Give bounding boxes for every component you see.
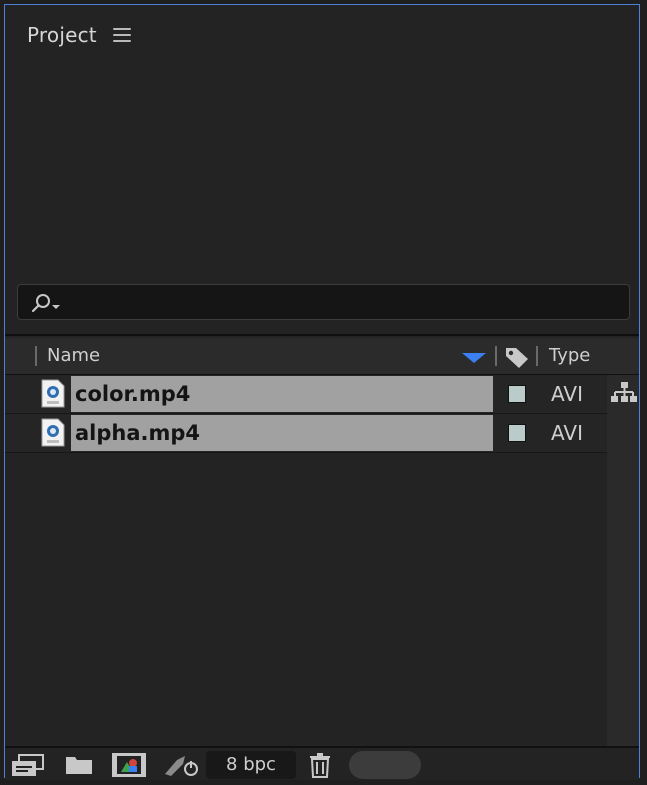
- interpret-footage-icon[interactable]: [11, 752, 45, 778]
- item-type: AVI: [551, 421, 583, 445]
- name-column-header[interactable]: Name: [47, 345, 100, 366]
- trash-icon[interactable]: [308, 752, 332, 778]
- panel-menu-icon[interactable]: [112, 28, 131, 42]
- panel-divider: [5, 334, 639, 336]
- render-queue-icon[interactable]: [163, 752, 201, 778]
- search-input[interactable]: [17, 284, 630, 320]
- column-separator[interactable]: [536, 346, 538, 366]
- new-composition-icon[interactable]: [111, 752, 147, 778]
- horizontal-scrollbar[interactable]: [349, 751, 421, 779]
- panel-footer: 8 bpc: [5, 746, 639, 780]
- item-name[interactable]: alpha.mp4: [71, 415, 493, 451]
- search-icon[interactable]: [30, 293, 66, 313]
- column-separator[interactable]: [35, 346, 37, 366]
- panel-header: Project: [27, 21, 131, 49]
- project-item-list: color.mp4 AVI alpha.mp4 AVI: [5, 375, 607, 453]
- video-file-icon: [41, 418, 65, 447]
- new-folder-icon[interactable]: [64, 752, 94, 776]
- column-separator[interactable]: [495, 346, 497, 366]
- list-item[interactable]: alpha.mp4 AVI: [5, 414, 607, 453]
- item-type: AVI: [551, 382, 583, 406]
- label-color-swatch[interactable]: [508, 424, 526, 442]
- item-name[interactable]: color.mp4: [71, 376, 493, 412]
- panel-title: Project: [27, 23, 97, 47]
- flowchart-icon[interactable]: [611, 381, 637, 405]
- flowchart-strip: [607, 375, 639, 747]
- label-tag-icon[interactable]: [504, 345, 530, 369]
- bit-depth-button[interactable]: 8 bpc: [206, 751, 296, 779]
- video-file-icon: [41, 379, 65, 408]
- list-item[interactable]: color.mp4 AVI: [5, 375, 607, 414]
- sort-descending-icon[interactable]: [462, 353, 486, 363]
- label-color-swatch[interactable]: [508, 385, 526, 403]
- project-panel: Project Name Type color.mp4 AVI alpha.mp…: [4, 4, 640, 780]
- type-column-header[interactable]: Type: [549, 345, 590, 366]
- column-header: Name Type: [5, 338, 639, 376]
